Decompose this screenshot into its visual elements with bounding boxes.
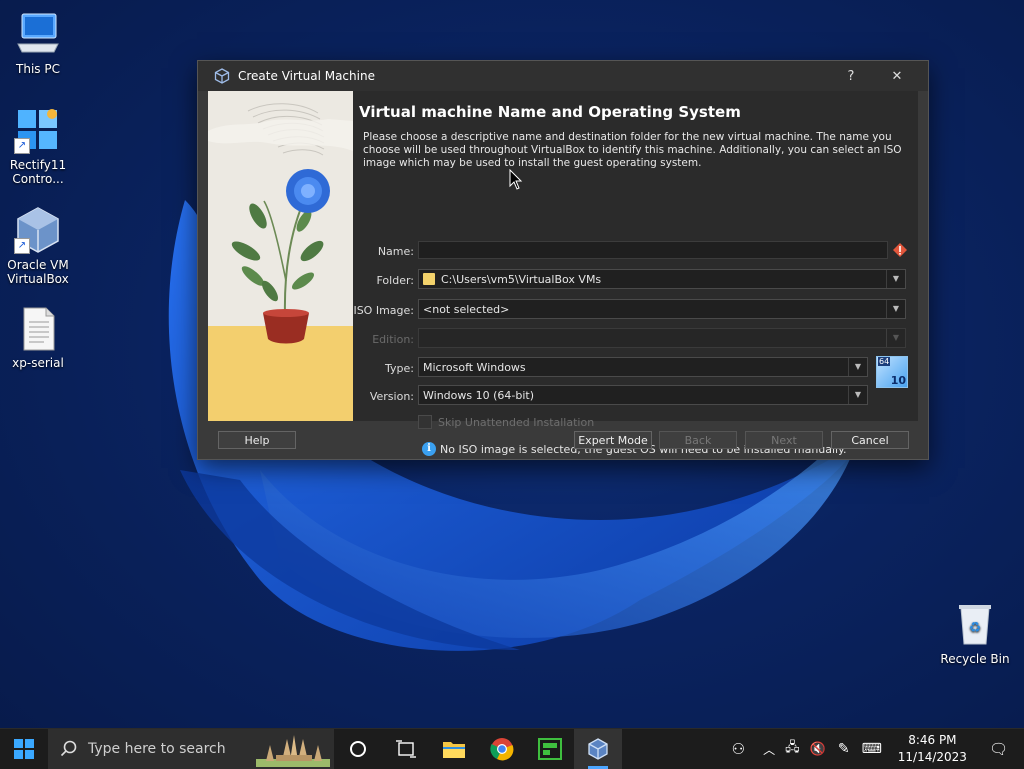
clock-time: 8:46 PM: [908, 733, 957, 747]
chevron-down-icon[interactable]: ▼: [886, 270, 905, 288]
green-app-icon: [538, 738, 562, 760]
desktop-icon-label: This PC: [16, 62, 60, 76]
start-button[interactable]: [0, 729, 48, 769]
os-badge-version: 10: [890, 374, 906, 387]
dialog-titlebar[interactable]: Create Virtual Machine ? ✕: [198, 61, 928, 91]
virtualbox-icon: ↗: [14, 206, 62, 254]
type-select[interactable]: Microsoft Windows ▼: [418, 357, 868, 377]
chevron-down-icon: ▼: [886, 329, 905, 347]
skip-unattended-checkbox[interactable]: Skip Unattended Installation: [418, 415, 594, 429]
volume-muted-icon[interactable]: 🔇: [810, 742, 826, 757]
folder-value: C:\Users\vm5\VirtualBox VMs: [441, 273, 602, 286]
clock-date: 11/14/2023: [897, 750, 967, 764]
help-button[interactable]: Help: [218, 431, 296, 449]
file-explorer-icon: [443, 742, 465, 758]
notifications-icon[interactable]: 🗨: [989, 740, 1008, 758]
shortcut-arrow-icon: ↗: [14, 138, 30, 154]
wizard-illustration: [208, 91, 353, 421]
edition-select: ▼: [418, 328, 906, 348]
search-placeholder: Type here to search: [88, 741, 226, 757]
dialog-title: Create Virtual Machine: [238, 69, 375, 83]
desktop-icon-label: Rectify11 Contro...: [9, 158, 67, 186]
warning-icon: [893, 243, 907, 257]
windows-logo-icon: [14, 739, 34, 759]
windows10-os-icon: 64 10: [876, 356, 908, 388]
type-label: Type:: [385, 362, 414, 375]
taskbar: Type here to search ⚇ ︿ 🖧 🔇 ✎ ⌨ 8:46 PM …: [0, 728, 1024, 769]
close-icon[interactable]: ✕: [874, 61, 920, 91]
chevron-down-icon[interactable]: ▼: [848, 358, 867, 376]
skip-unattended-label: Skip Unattended Installation: [438, 415, 595, 429]
iso-label: ISO Image:: [353, 304, 414, 317]
desktop-icon-recycle-bin[interactable]: ♻ Recycle Bin: [938, 600, 1012, 666]
pen-icon[interactable]: ✎: [838, 741, 850, 757]
folder-select[interactable]: C:\Users\vm5\VirtualBox VMs ▼: [418, 269, 906, 289]
back-button: Back: [659, 431, 737, 449]
people-icon[interactable]: ⚇: [732, 740, 745, 758]
chevron-up-icon[interactable]: ︿: [763, 741, 775, 758]
desktop-icon-virtualbox[interactable]: ↗ Oracle VM VirtualBox: [2, 206, 74, 286]
type-value: Microsoft Windows: [423, 361, 526, 374]
cancel-button[interactable]: Cancel: [831, 431, 909, 449]
iso-image-select[interactable]: <not selected> ▼: [418, 299, 906, 319]
page-heading: Virtual machine Name and Operating Syste…: [359, 103, 741, 121]
dialog-content: Virtual machine Name and Operating Syste…: [208, 91, 918, 456]
mouse-cursor: [509, 169, 523, 190]
virtualbox-icon: [588, 738, 608, 760]
temple-landmark-icon: [256, 735, 330, 767]
desktop-icon-xp-serial[interactable]: xp-serial: [2, 304, 74, 370]
taskbar-green-app[interactable]: [526, 729, 574, 769]
iso-value: <not selected>: [423, 303, 510, 316]
computer-icon: [14, 10, 62, 58]
page-description: Please choose a descriptive name and des…: [363, 131, 902, 169]
rectify11-control-icon: ↗: [14, 106, 62, 154]
search-icon: [60, 740, 77, 757]
svg-text:♻: ♻: [969, 620, 982, 636]
info-icon: i: [422, 442, 436, 456]
taskbar-search-box[interactable]: Type here to search: [48, 729, 334, 769]
taskbar-chrome[interactable]: [478, 729, 526, 769]
chevron-down-icon[interactable]: ▼: [886, 300, 905, 318]
version-select[interactable]: Windows 10 (64-bit) ▼: [418, 385, 868, 405]
folder-icon: [423, 273, 435, 285]
next-button: Next: [745, 431, 823, 449]
taskbar-file-explorer[interactable]: [430, 729, 478, 769]
desktop-icon-label: Recycle Bin: [940, 652, 1010, 666]
system-tray: ⚇ ︿ 🖧 🔇 ✎ ⌨ 8:46 PM 11/14/2023 🗨: [720, 729, 1024, 769]
chevron-down-icon[interactable]: ▼: [848, 386, 867, 404]
virtualbox-icon: [214, 68, 230, 84]
keyboard-icon[interactable]: ⌨: [862, 741, 882, 757]
cortana-circle-icon: [350, 741, 366, 757]
shortcut-arrow-icon: ↗: [14, 238, 30, 254]
desktop-icon-this-pc[interactable]: This PC: [2, 10, 74, 76]
task-view-icon: [396, 740, 416, 758]
recycle-bin-icon: ♻: [951, 600, 999, 648]
desktop-icon-label: Oracle VM VirtualBox: [7, 258, 69, 286]
clock[interactable]: 8:46 PM 11/14/2023: [898, 732, 967, 766]
folder-label: Folder:: [376, 274, 414, 287]
version-value: Windows 10 (64-bit): [423, 389, 534, 402]
checkbox-box[interactable]: [418, 415, 432, 429]
network-icon[interactable]: 🖧: [785, 738, 800, 760]
task-view-button[interactable]: [382, 729, 430, 769]
taskbar-virtualbox[interactable]: [574, 729, 622, 769]
os-badge-arch: 64: [878, 357, 891, 366]
chrome-icon: [490, 738, 514, 761]
desktop-icon-rectify11[interactable]: ↗ Rectify11 Contro...: [2, 106, 74, 186]
help-icon[interactable]: ?: [828, 61, 874, 91]
name-input[interactable]: [418, 241, 888, 259]
version-label: Version:: [369, 390, 414, 403]
name-label: Name:: [377, 245, 414, 258]
desktop-icon-label: xp-serial: [12, 356, 64, 370]
edition-label: Edition:: [372, 333, 414, 346]
expert-mode-button[interactable]: Expert Mode: [574, 431, 652, 449]
text-document-icon: [14, 304, 62, 352]
create-vm-dialog: Create Virtual Machine ? ✕ Virtual machi…: [197, 60, 929, 460]
cortana-button[interactable]: [334, 729, 382, 769]
